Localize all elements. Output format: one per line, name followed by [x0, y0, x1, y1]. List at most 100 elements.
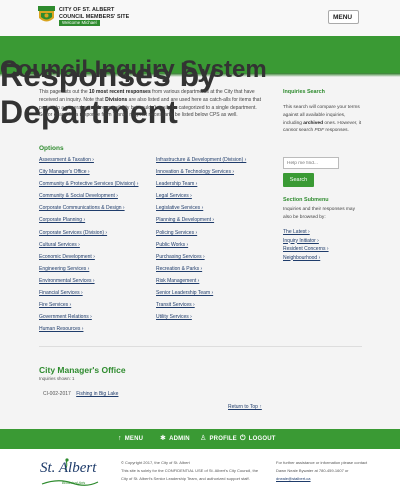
- department-link[interactable]: Recreation & Parks ›: [156, 266, 202, 272]
- department-link[interactable]: City Manager's Office ›: [39, 169, 90, 175]
- department-link[interactable]: Innovation & Technology Services ›: [156, 169, 234, 175]
- list-item: Infrastructure & Development (Division) …: [156, 157, 246, 169]
- department-link[interactable]: Planning & Development ›: [156, 217, 214, 223]
- department-link[interactable]: Legislative Services ›: [156, 205, 203, 211]
- list-item: Corporate Communications & Design ›: [39, 205, 138, 217]
- office-heading: City Manager's Office: [39, 365, 126, 375]
- list-item: Assessment & Taxation ›: [39, 157, 138, 169]
- list-item: Legislative Services ›: [156, 205, 246, 217]
- list-item: Environmental Services ›: [39, 278, 138, 290]
- department-link[interactable]: Financial Services ›: [39, 290, 83, 296]
- department-link[interactable]: Public Works ›: [156, 242, 188, 248]
- department-link[interactable]: Utility Services ›: [156, 314, 192, 320]
- arrow-up-icon: ↑: [118, 435, 122, 442]
- submenu-link[interactable]: Inquiry Initiator ›: [283, 238, 319, 244]
- list-item: Utility Services ›: [156, 314, 246, 326]
- contact-email-link[interactable]: dneale@stalbert.ca: [276, 476, 311, 481]
- search-description: This search will compare your terms agai…: [283, 105, 362, 134]
- list-item: Human Resources ›: [39, 326, 138, 338]
- department-link[interactable]: Engineering Services ›: [39, 266, 89, 272]
- list-item: Inquiry Initiator ›: [283, 238, 329, 247]
- inquiry-row: CI-002-2017 Fishing in Big Lake: [43, 391, 118, 397]
- list-item: Fire Services ›: [39, 302, 138, 314]
- city-crest-icon: [38, 6, 55, 22]
- department-list-left: Assessment & Taxation › City Manager's Of…: [39, 157, 138, 338]
- inquiries-count: Inquiries shown: 1: [39, 376, 75, 381]
- gear-icon: ✱: [160, 435, 167, 442]
- intro-paragraph: This page lists out the 10 most recent r…: [39, 89, 261, 119]
- inquiry-link[interactable]: Fishing in Big Lake: [76, 391, 118, 397]
- list-item: Neighbourhood ›: [283, 255, 329, 264]
- submenu-description: Inquiries and their responses may also b…: [283, 207, 355, 220]
- list-item: The Latest ›: [283, 229, 329, 238]
- search-button[interactable]: Search: [283, 173, 314, 187]
- list-item: Purchasing Services ›: [156, 254, 246, 266]
- department-link[interactable]: Community & Protective Services (Divisio…: [39, 181, 138, 187]
- department-link[interactable]: Infrastructure & Development (Division) …: [156, 157, 246, 163]
- list-item: Policing Services ›: [156, 230, 246, 242]
- submenu-link[interactable]: Resident Concerns ›: [283, 246, 329, 252]
- list-item: Leadership Team ›: [156, 181, 246, 193]
- footer-legal: © Copyright 2017, the City of St. Albert…: [121, 460, 259, 482]
- department-link[interactable]: Community & Social Development ›: [39, 193, 118, 199]
- power-icon: ⏻: [240, 435, 246, 442]
- department-link[interactable]: Corporate Services (Division) ›: [39, 230, 107, 236]
- list-item: Resident Concerns ›: [283, 246, 329, 255]
- welcome-badge: Welcome Michael: [59, 20, 100, 26]
- city-logo-subtitle: Botanical Arts: [62, 481, 86, 485]
- department-link[interactable]: Leadership Team ›: [156, 181, 197, 187]
- list-item: Engineering Services ›: [39, 266, 138, 278]
- user-icon: ♙: [200, 435, 207, 442]
- department-link[interactable]: Cultural Services ›: [39, 242, 80, 248]
- footer-contact: For further assistance or information pl…: [276, 460, 368, 482]
- list-item: Transit Services ›: [156, 302, 246, 314]
- department-list-right: Infrastructure & Development (Division) …: [156, 157, 246, 326]
- list-item: Corporate Services (Division) ›: [39, 230, 138, 242]
- list-item: Planning & Development ›: [156, 217, 246, 229]
- submenu-link[interactable]: The Latest ›: [283, 229, 310, 235]
- list-item: Legal Services ›: [156, 193, 246, 205]
- department-link[interactable]: Policing Services ›: [156, 230, 197, 236]
- list-item: Corporate Planning ›: [39, 217, 138, 229]
- department-link[interactable]: Fire Services ›: [39, 302, 71, 308]
- list-item: Community & Protective Services (Divisio…: [39, 181, 138, 193]
- department-link[interactable]: Economic Development ›: [39, 254, 95, 260]
- list-item: City Manager's Office ›: [39, 169, 138, 181]
- list-item: Recreation & Parks ›: [156, 266, 246, 278]
- list-item: Innovation & Technology Services ›: [156, 169, 246, 181]
- list-item: Senior Leadership Team ›: [156, 290, 246, 302]
- submenu-list: The Latest › Inquiry Initiator › Resident …: [283, 229, 329, 263]
- page-subtitle: Council Inquiry System: [0, 55, 267, 83]
- department-link[interactable]: Purchasing Services ›: [156, 254, 205, 260]
- return-to-top-link[interactable]: Return to Top ↑: [228, 404, 262, 410]
- city-logo-text: St. Albert: [40, 460, 97, 476]
- search-title: Inquiries Search: [283, 89, 325, 95]
- department-link[interactable]: Legal Services ›: [156, 193, 192, 199]
- list-item: Community & Social Development ›: [39, 193, 138, 205]
- list-item: Public Works ›: [156, 242, 246, 254]
- department-link[interactable]: Corporate Communications & Design ›: [39, 205, 125, 211]
- department-link[interactable]: Corporate Planning ›: [39, 217, 85, 223]
- department-link[interactable]: Environmental Services ›: [39, 278, 95, 284]
- options-heading: Options: [39, 145, 64, 152]
- submenu-link[interactable]: Neighbourhood ›: [283, 255, 320, 261]
- footer-logout-link[interactable]: ⏻ LOGOUT: [240, 435, 276, 442]
- footer-admin-link[interactable]: ✱ ADMIN: [160, 435, 190, 442]
- list-item: Economic Development ›: [39, 254, 138, 266]
- search-input[interactable]: [283, 157, 339, 169]
- list-item: Cultural Services ›: [39, 242, 138, 254]
- list-item: Financial Services ›: [39, 290, 138, 302]
- menu-button[interactable]: MENU: [328, 10, 359, 24]
- section-divider: [39, 346, 362, 347]
- list-item: Government Relations ›: [39, 314, 138, 326]
- department-link[interactable]: Senior Leadership Team ›: [156, 290, 213, 296]
- department-link[interactable]: Human Resources ›: [39, 326, 83, 332]
- inquiry-id: CI-002-2017: [43, 391, 71, 397]
- department-link[interactable]: Transit Services ›: [156, 302, 195, 308]
- footer-menu-link[interactable]: ↑ MENU: [118, 435, 143, 442]
- footer-profile-link[interactable]: ♙ PROFILE: [200, 435, 237, 442]
- department-link[interactable]: Risk Management ›: [156, 278, 199, 284]
- site-title[interactable]: CITY OF ST. ALBERT COUNCIL MEMBERS' SITE: [59, 7, 129, 20]
- department-link[interactable]: Assessment & Taxation ›: [39, 157, 94, 163]
- department-link[interactable]: Government Relations ›: [39, 314, 92, 320]
